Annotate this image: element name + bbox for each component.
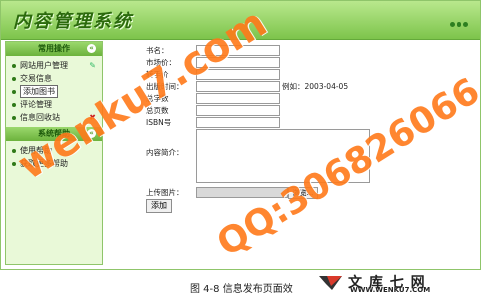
word-count-input[interactable] <box>196 93 280 104</box>
sidebar-item-transactions[interactable]: 交易信息 <box>12 72 102 85</box>
sidebar-item-add-book[interactable]: 添加图书 <box>12 85 102 98</box>
bullet-icon <box>12 161 16 166</box>
add-button[interactable]: 添加 <box>146 199 172 213</box>
sidebar-item-label: 网站用户管理 <box>20 61 68 70</box>
sidebar-item-label: 评论管理 <box>20 100 52 109</box>
site-logo: 文 库 七 网 WWW.WENKU7.COM <box>318 274 468 298</box>
sidebar-item-label: 添加图书 <box>20 85 58 98</box>
field-label: ISBN号 <box>146 118 172 127</box>
collapse-icon[interactable]: « <box>87 44 96 53</box>
field-label: 上传图片： <box>146 188 184 197</box>
sidebar-item-label: 交易信息 <box>20 74 52 83</box>
bullet-icon <box>12 63 16 68</box>
group-title: 常用操作 <box>38 44 70 53</box>
header-decoration-icon <box>450 19 469 29</box>
logo-icon <box>319 276 342 290</box>
bullet-icon <box>12 89 16 94</box>
edit-icon: ✎ <box>89 61 96 70</box>
isbn-input[interactable] <box>196 117 280 128</box>
group-header[interactable]: 常用操作 « <box>6 42 102 56</box>
publish-date-input[interactable] <box>196 81 280 92</box>
page-count-input[interactable] <box>196 105 280 116</box>
sidebar-item-user-management[interactable]: 网站用户管理 ✎ <box>12 59 102 72</box>
field-label: 内容简介： <box>146 148 184 157</box>
app-title: 内容管理系统 <box>13 11 133 32</box>
bullet-icon <box>12 115 16 120</box>
figure-caption: 图 4-8 信息发布页面效 <box>190 284 293 295</box>
bullet-icon <box>12 102 16 107</box>
logo-url: WWW.WENKU7.COM <box>350 286 431 294</box>
bullet-icon <box>12 76 16 81</box>
date-format-hint: 例如：2003-04-05 <box>282 82 349 91</box>
